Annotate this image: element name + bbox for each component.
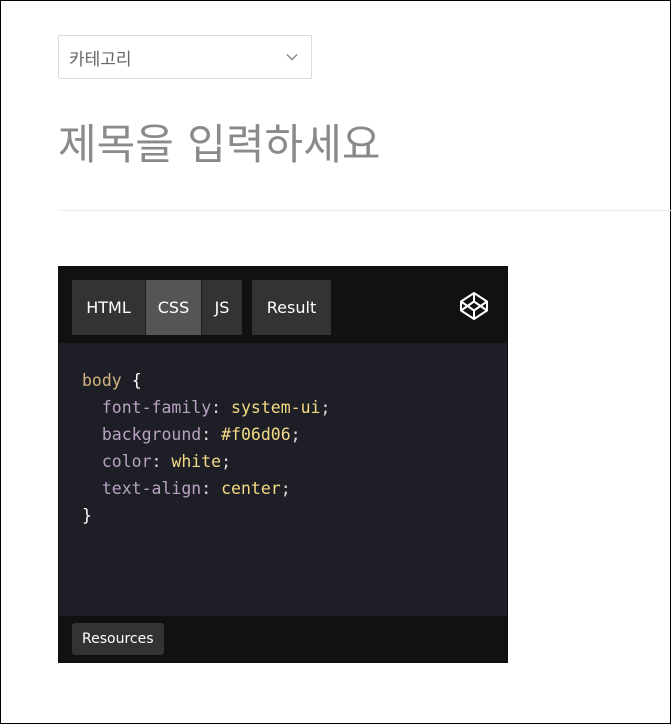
embed-header: HTML CSS JS Result bbox=[59, 267, 507, 343]
tab-html[interactable]: HTML bbox=[72, 280, 145, 335]
code-editor[interactable]: body { font-family: system-ui; backgroun… bbox=[82, 367, 330, 529]
tab-result[interactable]: Result bbox=[252, 280, 331, 335]
code-value: white bbox=[171, 452, 222, 471]
code-property: background bbox=[101, 425, 202, 444]
embed-tabs: HTML CSS JS Result bbox=[72, 280, 331, 335]
codepen-icon[interactable] bbox=[459, 291, 489, 321]
code-value: system-ui bbox=[231, 398, 321, 417]
tab-css[interactable]: CSS bbox=[145, 280, 202, 335]
code-open-brace: { bbox=[131, 371, 142, 390]
embed-footer: Resources bbox=[59, 616, 507, 662]
code-property: text-align bbox=[101, 479, 202, 498]
category-select-label: 카테고리 bbox=[69, 49, 132, 70]
code-close-brace: } bbox=[82, 506, 92, 525]
tab-js[interactable]: JS bbox=[202, 280, 242, 335]
divider bbox=[58, 210, 671, 211]
code-property: color bbox=[101, 452, 152, 471]
post-title-input[interactable]: 제목을 입력하세요 bbox=[58, 111, 380, 172]
category-select[interactable]: 카테고리 bbox=[58, 35, 312, 79]
code-value: center bbox=[221, 479, 281, 498]
code-selector: body bbox=[82, 371, 122, 390]
resources-button[interactable]: Resources bbox=[72, 623, 164, 655]
chevron-down-icon bbox=[285, 50, 299, 64]
code-value: #f06d06 bbox=[221, 425, 291, 444]
codepen-embed: HTML CSS JS Result body { font-family: s… bbox=[58, 266, 508, 663]
code-property: font-family bbox=[101, 398, 212, 417]
